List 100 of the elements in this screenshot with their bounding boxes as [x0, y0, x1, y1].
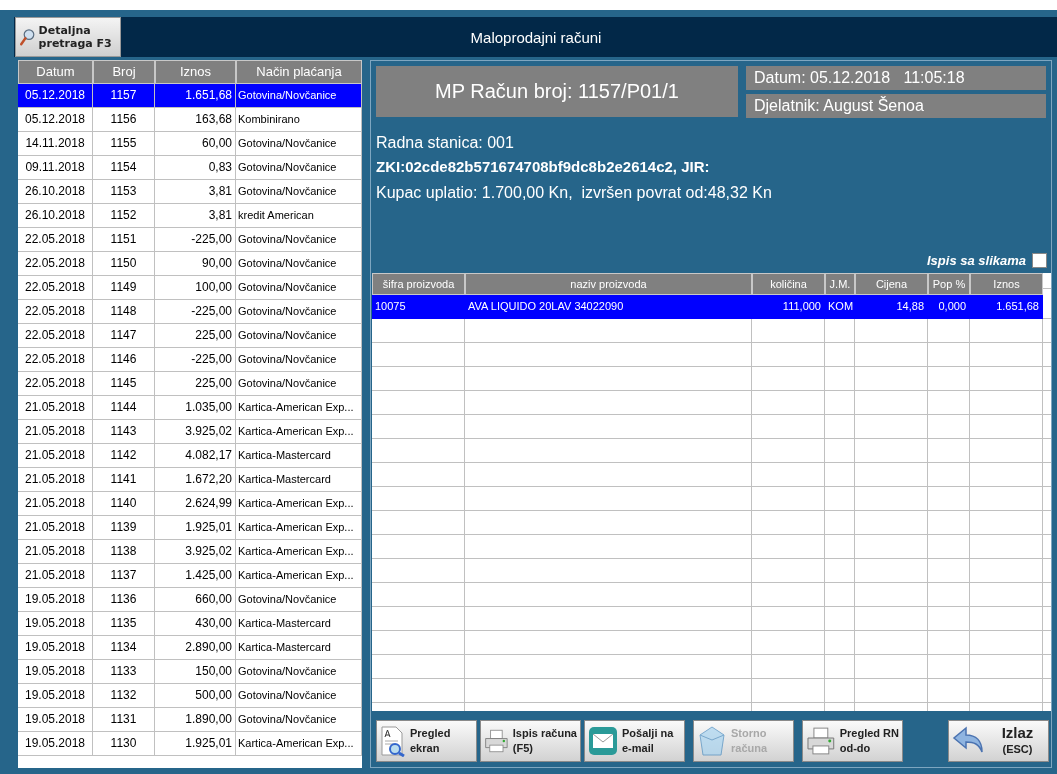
table-cell[interactable]: 1153	[93, 180, 155, 204]
table-cell[interactable]: Kartica-Mastercard	[236, 444, 362, 468]
table-cell[interactable]: 21.05.2018	[18, 516, 93, 540]
table-cell[interactable]: 21.05.2018	[18, 564, 93, 588]
table-cell[interactable]: 1130	[93, 732, 155, 756]
column-header[interactable]: Cijena	[855, 273, 928, 295]
table-cell[interactable]: Gotovina/Novčanice	[236, 348, 362, 372]
table-cell[interactable]: 3.925,02	[155, 420, 236, 444]
column-header[interactable]: količina	[752, 273, 825, 295]
table-cell[interactable]: 1.672,20	[155, 468, 236, 492]
table-cell[interactable]: 22.05.2018	[18, 276, 93, 300]
table-cell[interactable]: Kartica-Mastercard	[236, 468, 362, 492]
table-cell[interactable]: 225,00	[155, 372, 236, 396]
table-cell[interactable]: 1156	[93, 108, 155, 132]
table-cell[interactable]: Gotovina/Novčanice	[236, 684, 362, 708]
table-cell[interactable]: 22.05.2018	[18, 228, 93, 252]
table-cell[interactable]: Gotovina/Novčanice	[236, 156, 362, 180]
table-cell[interactable]: 1155	[93, 132, 155, 156]
table-cell[interactable]: 150,00	[155, 660, 236, 684]
table-cell[interactable]: 1141	[93, 468, 155, 492]
table-cell[interactable]: 14,88	[855, 295, 928, 319]
table-cell[interactable]: 05.12.2018	[18, 108, 93, 132]
table-cell[interactable]: 1134	[93, 636, 155, 660]
email-button[interactable]: Pošalji na e-mail	[584, 720, 685, 762]
table-cell[interactable]: 1136	[93, 588, 155, 612]
table-cell[interactable]: Gotovina/Novčanice	[236, 276, 362, 300]
table-cell[interactable]: 1.651,68	[155, 84, 236, 108]
table-cell[interactable]: 1149	[93, 276, 155, 300]
table-cell[interactable]: 1.651,68	[970, 295, 1043, 319]
table-cell[interactable]: 1154	[93, 156, 155, 180]
table-cell[interactable]: 1147	[93, 324, 155, 348]
table-cell[interactable]: 4.082,17	[155, 444, 236, 468]
table-cell[interactable]: 19.05.2018	[18, 684, 93, 708]
column-header[interactable]: šifra proizvoda	[372, 273, 465, 295]
table-cell[interactable]: AVA LIQUIDO 20LAV 34022090	[465, 295, 752, 319]
table-cell[interactable]: 22.05.2018	[18, 372, 93, 396]
table-cell[interactable]: 500,00	[155, 684, 236, 708]
table-cell[interactable]: -225,00	[155, 228, 236, 252]
table-cell[interactable]: Gotovina/Novčanice	[236, 324, 362, 348]
table-cell[interactable]: 21.05.2018	[18, 420, 93, 444]
table-cell[interactable]: 111,000	[752, 295, 825, 319]
print-button[interactable]: Ispis računa (F5)	[480, 720, 581, 762]
table-cell[interactable]: 163,68	[155, 108, 236, 132]
table-cell[interactable]: 1131	[93, 708, 155, 732]
table-cell[interactable]: Gotovina/Novčanice	[236, 180, 362, 204]
column-header[interactable]: naziv proizvoda	[465, 273, 752, 295]
table-cell[interactable]: 1138	[93, 540, 155, 564]
table-cell[interactable]: 21.05.2018	[18, 468, 93, 492]
preview-button[interactable]: Pregled ekran	[376, 720, 477, 762]
table-cell[interactable]: 430,00	[155, 612, 236, 636]
table-cell[interactable]: 0,83	[155, 156, 236, 180]
column-header[interactable]: Način plaćanja	[236, 60, 362, 84]
table-cell[interactable]: KOM	[825, 295, 855, 319]
table-cell[interactable]: 660,00	[155, 588, 236, 612]
table-cell[interactable]: 1157	[93, 84, 155, 108]
column-header[interactable]: Iznos	[155, 60, 236, 84]
column-header[interactable]: Broj	[93, 60, 155, 84]
table-cell[interactable]: 22.05.2018	[18, 348, 93, 372]
table-cell[interactable]: Gotovina/Novčanice	[236, 300, 362, 324]
print-button[interactable]: Pregled RN od-do	[802, 720, 903, 762]
table-cell[interactable]: 60,00	[155, 132, 236, 156]
table-cell[interactable]: Kartica-American Exp...	[236, 396, 362, 420]
table-cell[interactable]: 1151	[93, 228, 155, 252]
table-cell[interactable]: 05.12.2018	[18, 84, 93, 108]
table-cell[interactable]: 19.05.2018	[18, 660, 93, 684]
table-cell[interactable]: 1133	[93, 660, 155, 684]
table-cell[interactable]: 22.05.2018	[18, 324, 93, 348]
table-cell[interactable]: 14.11.2018	[18, 132, 93, 156]
table-cell[interactable]: Kartica-Mastercard	[236, 612, 362, 636]
table-cell[interactable]: 1.925,01	[155, 732, 236, 756]
table-cell[interactable]: Gotovina/Novčanice	[236, 372, 362, 396]
table-cell[interactable]: -225,00	[155, 300, 236, 324]
column-header[interactable]: Datum	[18, 60, 93, 84]
table-cell[interactable]: 225,00	[155, 324, 236, 348]
table-cell[interactable]: Kombinirano	[236, 108, 362, 132]
table-cell[interactable]: 19.05.2018	[18, 588, 93, 612]
table-cell[interactable]: 22.05.2018	[18, 252, 93, 276]
table-cell[interactable]: 1135	[93, 612, 155, 636]
table-cell[interactable]: 3,81	[155, 204, 236, 228]
table-cell[interactable]: 09.11.2018	[18, 156, 93, 180]
table-cell[interactable]: 1146	[93, 348, 155, 372]
table-cell[interactable]: 10075	[372, 295, 465, 319]
column-header[interactable]: Pop %	[928, 273, 970, 295]
table-cell[interactable]: 1.425,00	[155, 564, 236, 588]
images-checkbox[interactable]	[1032, 253, 1047, 268]
table-cell[interactable]: 1139	[93, 516, 155, 540]
table-cell[interactable]: Kartica-American Exp...	[236, 732, 362, 756]
table-cell[interactable]: 2.624,99	[155, 492, 236, 516]
detailed-search-button[interactable]: Detaljna pretraga F3	[15, 17, 121, 57]
table-cell[interactable]: 90,00	[155, 252, 236, 276]
table-cell[interactable]: kredit American	[236, 204, 362, 228]
table-cell[interactable]: 22.05.2018	[18, 300, 93, 324]
table-cell[interactable]: 19.05.2018	[18, 732, 93, 756]
table-cell[interactable]: 19.05.2018	[18, 636, 93, 660]
table-cell[interactable]: Kartica-American Exp...	[236, 420, 362, 444]
table-cell[interactable]: 26.10.2018	[18, 204, 93, 228]
column-header[interactable]: J.M.	[825, 273, 855, 295]
table-cell[interactable]: Kartica-American Exp...	[236, 564, 362, 588]
table-cell[interactable]: 1144	[93, 396, 155, 420]
table-cell[interactable]: Kartica-American Exp...	[236, 516, 362, 540]
